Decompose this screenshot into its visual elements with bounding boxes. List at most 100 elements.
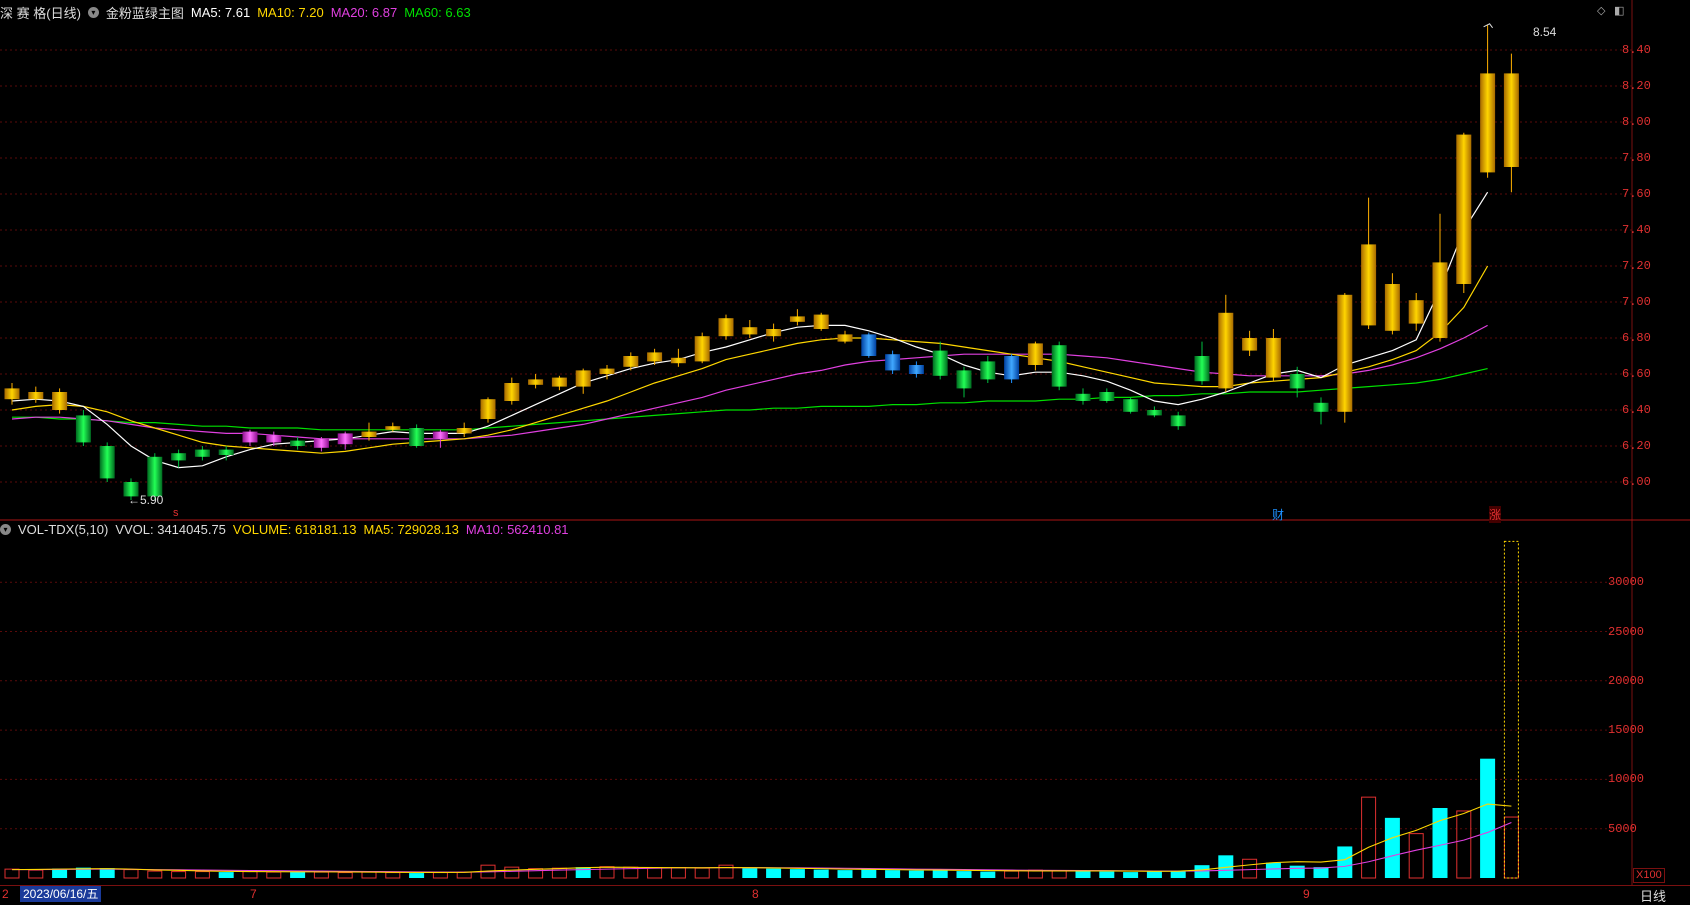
ma5-value: MA5: 7.61 [190,4,251,20]
candle-body [885,354,901,371]
candle-body [1004,356,1020,380]
volume-bar [337,872,353,879]
volume-tick-label: 30000 [1608,575,1645,590]
main-chart-header: 深 赛 格 (日线) ▾ 金粉蓝绿主图 MA5: 7.61 MA10: 7.20… [0,1,478,23]
volume-bar [908,870,924,878]
candle-body [1432,262,1448,338]
candle-body [837,334,853,342]
price-tick-label: 6.20 [1622,439,1651,453]
candle-body [742,327,758,335]
price-tick-label: 6.00 [1622,475,1651,489]
volume-bar [742,868,758,878]
candle-body [1361,244,1377,326]
candle-body [908,365,924,374]
ma10-value: MA10: 7.20 [257,4,324,20]
candle-body [1218,312,1234,389]
volume-bar [1289,865,1305,878]
candle-body [1146,410,1162,416]
volume-tick-label: 25000 [1608,624,1645,639]
chart-canvas[interactable] [0,0,1690,903]
volume-bar [1123,872,1139,878]
stock-name[interactable]: 深 赛 格 [0,3,46,22]
candle-body [409,428,425,446]
price-tick-label: 7.80 [1622,151,1651,165]
candle-body [75,415,91,443]
price-tick-label: 7.20 [1622,259,1651,273]
candle-body [1099,392,1115,401]
volume-bar [409,873,425,878]
candle-body [1384,284,1400,331]
volume-bar [813,869,829,878]
volume-bar [242,871,258,879]
price-tick-label: 7.40 [1622,223,1651,237]
candle-body [194,449,210,457]
volume-bar [1384,817,1400,878]
cursor-date: 2023/06/16/五 [20,886,102,902]
period-selector[interactable]: 日线 [1640,886,1666,905]
volume-bar [147,870,163,879]
candle-body [4,388,20,400]
price-tick-label: 7.00 [1622,295,1651,309]
candle-body [432,431,448,439]
volume-bar [694,867,710,879]
price-tick-label: 6.80 [1622,331,1651,345]
candle-body [1456,134,1472,284]
volume-bar [1242,858,1258,879]
marker-rise[interactable]: 涨 [1489,506,1502,523]
volume-bar [647,867,663,879]
volume-value: VOLUME: 618181.13 [232,521,357,537]
volume-bar [266,871,282,879]
candle-body [932,350,948,376]
period-tag: (日线) [46,5,81,21]
volume-bar [28,869,44,879]
volume-bar [1408,833,1424,879]
volume-bar [1480,758,1496,878]
volume-bar [1194,865,1210,878]
volume-bar [456,871,472,879]
candle-body [647,352,663,362]
candle-body [313,438,329,448]
candle-body [599,368,615,374]
marker-finance[interactable]: 财 [1272,506,1284,523]
candle-body [1265,338,1281,378]
volume-bar [313,871,329,879]
volume-bar [1051,870,1067,879]
candle-body [1194,356,1210,382]
volume-bar [1265,862,1281,878]
candle-body [861,334,877,356]
vol-ma5-value: MA5: 729028.13 [363,521,459,537]
vvol-value: VVOL: 3414045.75 [115,521,226,537]
candle-body [290,440,306,446]
candle-body [504,383,520,401]
volume-bar [861,869,877,878]
candle-body [789,316,805,322]
volume-bar [432,872,448,879]
candle-body [361,431,377,437]
volume-bar [766,868,782,878]
volume-bar [1361,796,1377,879]
candle-body [1123,399,1139,412]
volume-tick-label: 15000 [1608,723,1645,738]
candle-body [266,435,282,443]
volume-bar [4,868,20,879]
candle-body [980,361,996,380]
volume-indicator-dropdown-icon[interactable]: ▾ [0,523,11,535]
indicator-name[interactable]: 金粉蓝绿主图 [106,3,184,22]
candle-body [670,357,686,364]
x-tick-sep: 9 [1303,887,1310,901]
price-ma60-line [12,368,1488,431]
volume-bar [385,872,401,879]
indicator-dropdown-icon[interactable]: ▾ [87,6,99,18]
volume-tick-label: 5000 [1608,821,1637,836]
price-tick-label: 8.00 [1622,115,1651,129]
volume-bar [1146,871,1162,878]
price-tick-label: 8.20 [1622,79,1651,93]
candle-body [28,392,44,400]
high-annotation: 8.54 [1533,25,1557,39]
candle-body [718,318,734,337]
volume-bar [218,872,234,878]
volume-ma5-line [11,803,1512,874]
low-annotation: ←5.90 [128,493,164,507]
vol-indicator-name[interactable]: VOL-TDX(5,10) [18,522,108,537]
price-tick-label: 8.40 [1622,43,1651,57]
